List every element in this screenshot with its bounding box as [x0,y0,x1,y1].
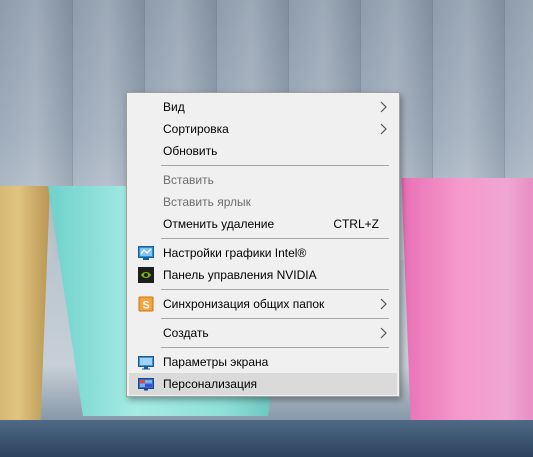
pink-cup [401,178,533,428]
menu-item-label: Панель управления NVIDIA [163,268,317,282]
menu-separator [161,289,389,290]
svg-text:S: S [142,300,149,312]
menu-item-sort[interactable]: Сортировка [129,118,397,140]
menu-item-label: Создать [163,326,209,340]
menu-item-label: Синхронизация общих папок [163,297,325,311]
menu-separator [161,318,389,319]
menu-item-nvidia[interactable]: Панель управления NVIDIA [129,264,397,286]
sync-folders-icon: S [138,296,154,312]
menu-item-label: Вставить [163,173,214,187]
menu-item-undo-delete[interactable]: Отменить удаление CTRL+Z [129,213,397,235]
menu-item-paste[interactable]: Вставить [129,169,397,191]
display-settings-icon [138,356,154,370]
menu-item-display-settings[interactable]: Параметры экрана [129,351,397,373]
wallpaper-shelf [0,420,533,457]
menu-item-paste-shortcut[interactable]: Вставить ярлык [129,191,397,213]
menu-item-shortcut: CTRL+Z [333,217,379,231]
menu-item-label: Отменить удаление [163,217,275,231]
menu-item-label: Персонализация [163,377,258,391]
menu-item-intel-graphics[interactable]: Настройки графики Intel® [129,242,397,264]
menu-item-label: Вставить ярлык [163,195,251,209]
desktop-context-menu: Вид Сортировка Обновить Вставить Вставит… [126,92,400,397]
chevron-right-icon [380,123,387,135]
menu-item-label: Параметры экрана [163,355,269,369]
personalization-icon [138,378,154,391]
menu-item-label: Настройки графики Intel® [163,246,307,260]
chevron-right-icon [380,298,387,310]
menu-item-label: Обновить [163,144,218,158]
menu-item-label: Вид [163,100,185,114]
menu-item-label: Сортировка [163,122,229,136]
menu-item-personalization[interactable]: Персонализация [129,373,397,395]
nvidia-icon [138,267,154,283]
menu-item-sync-shared-folders[interactable]: S Синхронизация общих папок [129,293,397,315]
chevron-right-icon [380,327,387,339]
yellow-cup [0,186,50,426]
menu-item-refresh[interactable]: Обновить [129,140,397,162]
menu-item-view[interactable]: Вид [129,96,397,118]
menu-separator [161,165,389,166]
chevron-right-icon [380,101,387,113]
intel-graphics-icon [138,246,154,260]
menu-separator [161,238,389,239]
menu-separator [161,347,389,348]
menu-item-new[interactable]: Создать [129,322,397,344]
